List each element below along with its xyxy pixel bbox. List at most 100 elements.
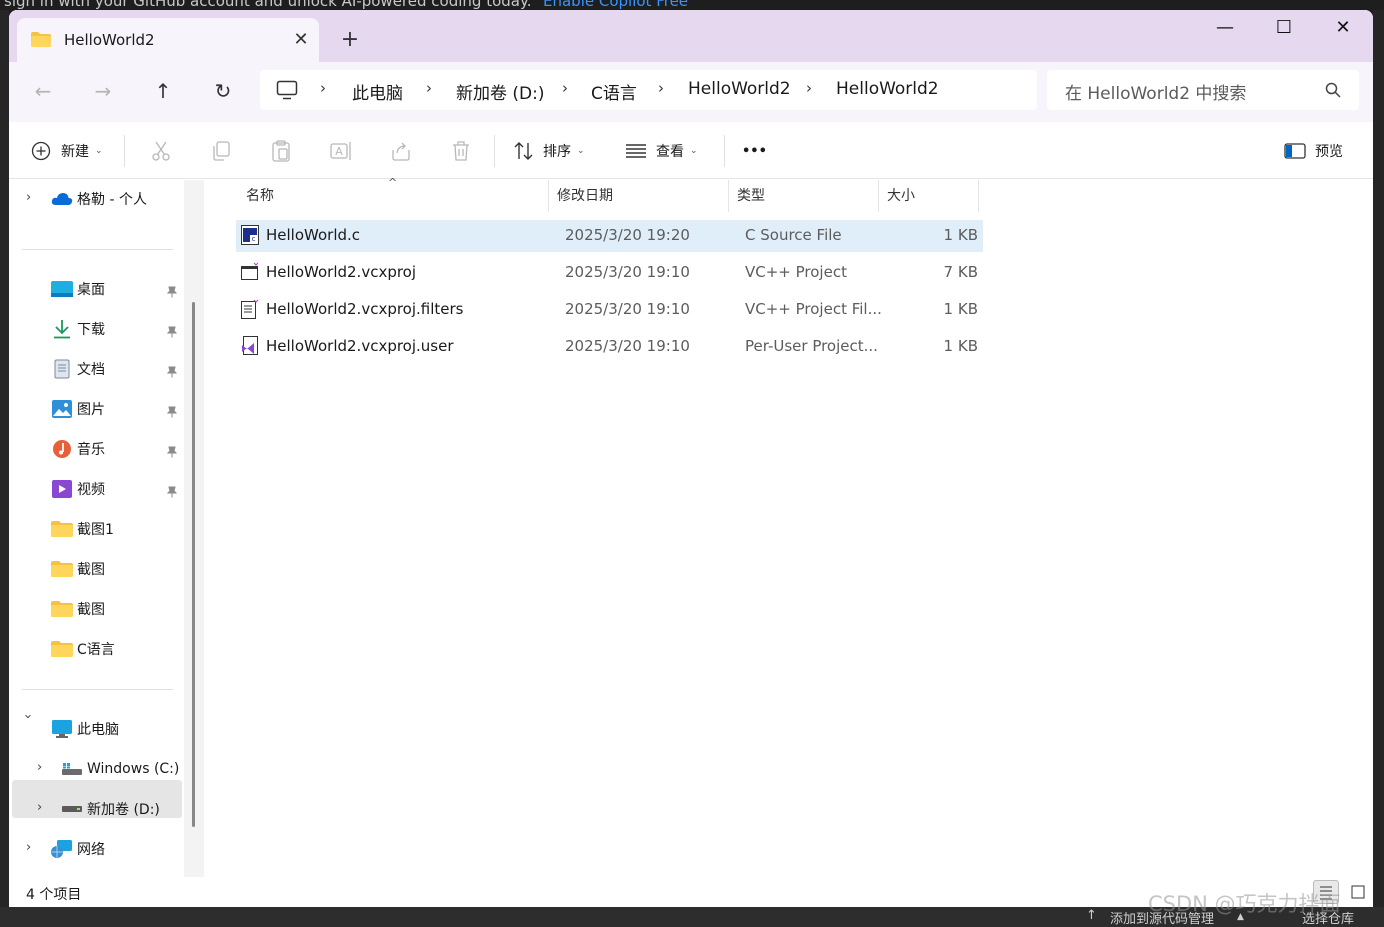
- breadcrumb-current-folder[interactable]: HelloWorld2: [836, 79, 939, 99]
- breadcrumb-chevron-icon[interactable]: ›: [320, 79, 326, 97]
- pin-icon[interactable]: [166, 483, 178, 498]
- drive-icon: [62, 806, 82, 812]
- tab-close-icon[interactable]: ✕: [289, 28, 313, 52]
- column-header-size[interactable]: 大小: [879, 180, 979, 212]
- pin-icon[interactable]: [166, 363, 178, 378]
- sidebar-item-this-pc[interactable]: 此电脑: [51, 711, 119, 747]
- sidebar-item-documents[interactable]: 文档: [51, 351, 105, 387]
- tab-helloworld2[interactable]: HelloWorld2 ✕: [17, 18, 319, 62]
- pin-icon[interactable]: [166, 323, 178, 338]
- pin-icon[interactable]: [166, 443, 178, 458]
- expand-chevron-icon[interactable]: ›: [26, 840, 31, 855]
- delete-icon[interactable]: [449, 139, 473, 163]
- cut-icon[interactable]: [149, 139, 173, 163]
- forward-button[interactable]: →: [85, 76, 121, 106]
- new-button[interactable]: 新建 ⌄: [31, 137, 103, 165]
- view-button-label: 查看: [656, 144, 684, 160]
- search-box[interactable]: 在 HelloWorld2 中搜索: [1047, 70, 1359, 110]
- sidebar-item-label: 下载: [77, 322, 105, 338]
- more-options-button[interactable]: •••: [742, 137, 767, 165]
- folder-icon: [31, 32, 51, 47]
- breadcrumb-chevron-icon[interactable]: ›: [426, 79, 432, 97]
- table-row[interactable]: HelloWorld2.vcxproj 2025/3/20 19:10 VC++…: [236, 257, 983, 289]
- vcxproj-file-icon: [241, 262, 259, 280]
- table-row[interactable]: c HelloWorld.c 2025/3/20 19:20 C Source …: [236, 220, 983, 252]
- background-banner-text: sign in with your GitHub account and unl…: [4, 0, 532, 10]
- address-bar[interactable]: › 此电脑 › 新加卷 (D:) › C语言 › HelloWorld2 › H…: [260, 70, 1037, 110]
- tab-title: HelloWorld2: [64, 31, 155, 49]
- preview-pane-icon: [1284, 143, 1306, 159]
- background-banner-link[interactable]: Enable Copilot Free: [543, 0, 688, 10]
- table-row[interactable]: HelloWorld2.vcxproj.user 2025/3/20 19:10…: [236, 331, 983, 363]
- breadcrumb-chevron-icon[interactable]: ›: [562, 79, 568, 97]
- copy-icon[interactable]: [209, 139, 233, 163]
- view-button[interactable]: 查看 ⌄: [625, 137, 698, 165]
- search-icon: [1325, 82, 1341, 98]
- breadcrumb-this-pc[interactable]: 此电脑: [352, 79, 403, 104]
- sidebar-item-pictures[interactable]: 图片: [51, 391, 105, 427]
- breadcrumb-c-language[interactable]: C语言: [591, 79, 637, 104]
- file-name: HelloWorld2.vcxproj.filters: [266, 300, 464, 318]
- sidebar-item-onedrive[interactable]: 格勒 - 个人: [51, 181, 147, 217]
- pin-icon[interactable]: [166, 403, 178, 418]
- table-row[interactable]: HelloWorld2.vcxproj.filters 2025/3/20 19…: [236, 294, 983, 326]
- sidebar-item-music[interactable]: 音乐: [51, 431, 105, 467]
- file-date: 2025/3/20 19:10: [565, 337, 690, 355]
- sidebar-item-folder-c-language[interactable]: C语言: [51, 631, 115, 667]
- sidebar-item-videos[interactable]: 视频: [51, 471, 105, 507]
- collapse-chevron-icon[interactable]: ›: [20, 714, 35, 719]
- sidebar-scroll-thumb[interactable]: [192, 302, 195, 827]
- column-header-type[interactable]: 类型: [729, 180, 879, 212]
- title-bar: HelloWorld2 ✕ + — ☐ ✕: [9, 10, 1373, 70]
- breadcrumb-drive-d[interactable]: 新加卷 (D:): [456, 79, 545, 104]
- expand-chevron-icon[interactable]: ›: [26, 190, 31, 205]
- sidebar-item-label: 新加卷 (D:): [87, 802, 160, 818]
- sidebar-item-folder-screenshot[interactable]: 截图: [51, 551, 105, 587]
- file-list: ^ 名称 修改日期 类型 大小 c HelloWorld.c 2025/3/20…: [204, 176, 1373, 877]
- sidebar-item-label: 文档: [77, 362, 105, 378]
- pin-icon[interactable]: [166, 283, 178, 298]
- sidebar-item-folder-screenshot1[interactable]: 截图1: [51, 511, 114, 547]
- toolbar-divider: [724, 135, 725, 167]
- new-button-label: 新建: [61, 144, 89, 160]
- sidebar-divider: [22, 689, 173, 690]
- column-header-name[interactable]: 名称: [238, 180, 549, 212]
- search-input[interactable]: 在 HelloWorld2 中搜索: [1065, 79, 1246, 104]
- paste-icon[interactable]: [269, 139, 293, 163]
- expand-chevron-icon[interactable]: ›: [37, 800, 42, 815]
- refresh-button[interactable]: ↻: [205, 76, 241, 106]
- sidebar-item-desktop[interactable]: 桌面: [51, 271, 105, 307]
- tiles-view-button[interactable]: [1346, 880, 1372, 904]
- folder-icon: [51, 601, 73, 617]
- sidebar-item-label: 图片: [77, 402, 105, 418]
- rename-icon[interactable]: A: [329, 139, 353, 163]
- sidebar-item-network[interactable]: 网络: [51, 831, 105, 867]
- minimize-button[interactable]: —: [1196, 10, 1254, 48]
- file-type: Per-User Project...: [745, 337, 878, 355]
- sidebar-item-drive-d[interactable]: 新加卷 (D:): [61, 791, 160, 827]
- expand-chevron-icon[interactable]: ›: [37, 760, 42, 775]
- sidebar-item-drive-c[interactable]: Windows (C:): [61, 751, 179, 787]
- share-icon[interactable]: [389, 139, 413, 163]
- new-tab-button[interactable]: +: [336, 27, 364, 55]
- preview-pane-button[interactable]: 预览: [1284, 137, 1343, 165]
- sort-icon: [514, 142, 533, 160]
- sidebar-item-downloads[interactable]: 下载: [51, 311, 105, 347]
- music-icon: [53, 440, 71, 458]
- sidebar-item-folder-screenshot-2[interactable]: 截图: [51, 591, 105, 627]
- maximize-button[interactable]: ☐: [1255, 10, 1313, 48]
- column-header-date[interactable]: 修改日期: [549, 180, 729, 212]
- file-size: 1 KB: [943, 300, 978, 318]
- sort-button[interactable]: 排序 ⌄: [513, 137, 585, 165]
- breadcrumb-chevron-icon[interactable]: ›: [658, 79, 664, 97]
- windows-drive-icon: [62, 763, 82, 775]
- back-button[interactable]: ←: [25, 76, 61, 106]
- sidebar-item-label: C语言: [77, 642, 115, 658]
- close-button[interactable]: ✕: [1314, 10, 1372, 48]
- sidebar-item-label: 视频: [77, 482, 105, 498]
- up-button[interactable]: ↑: [145, 76, 181, 106]
- sidebar-item-label: 截图: [77, 602, 105, 618]
- file-size: 7 KB: [943, 263, 978, 281]
- breadcrumb-chevron-icon[interactable]: ›: [806, 79, 812, 97]
- breadcrumb-helloworld2[interactable]: HelloWorld2: [688, 79, 791, 99]
